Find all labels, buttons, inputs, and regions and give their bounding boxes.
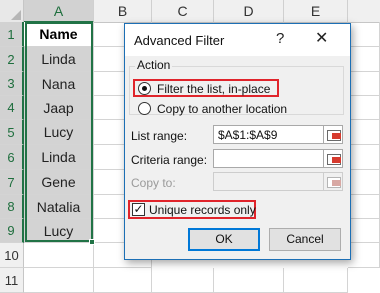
range-selector-icon[interactable]	[323, 172, 343, 191]
row-header-8[interactable]: 8	[0, 195, 24, 219]
row-header-3[interactable]: 3	[0, 72, 24, 96]
unique-records-checkbox[interactable]: ✓	[132, 203, 145, 216]
row-header-9[interactable]: 9	[0, 219, 24, 243]
cell-f2[interactable]	[348, 47, 380, 72]
column-header-c[interactable]: C	[152, 0, 214, 23]
advanced-filter-dialog: Advanced Filter ? ✕ Action Filter the li…	[124, 23, 351, 260]
cell-c11[interactable]	[152, 268, 214, 293]
cell-f4[interactable]	[348, 96, 380, 120]
unique-records-label: Unique records only	[149, 203, 256, 217]
column-header-d[interactable]: D	[214, 0, 284, 23]
radio-copy-to-location[interactable]: Copy to another location	[138, 101, 308, 117]
radio-copy-to-location-circle[interactable]	[138, 102, 151, 115]
cell-a11[interactable]	[24, 268, 94, 293]
cell-f3[interactable]	[348, 72, 380, 96]
select-all-corner[interactable]	[0, 0, 24, 23]
ok-button[interactable]: OK	[188, 228, 260, 251]
copy-to-input[interactable]	[213, 172, 329, 191]
range-selector-icon[interactable]	[323, 125, 343, 144]
cell-f9[interactable]	[348, 219, 380, 243]
cell-f5[interactable]	[348, 120, 380, 145]
cancel-button[interactable]: Cancel	[269, 228, 341, 251]
cell-f6[interactable]	[348, 145, 380, 170]
row-header-5[interactable]: 5	[0, 120, 24, 145]
radio-copy-to-location-label: Copy to another location	[157, 102, 288, 116]
cell-f1[interactable]	[348, 22, 380, 47]
range-selector-icon[interactable]	[323, 149, 343, 168]
cell-f10[interactable]	[348, 243, 380, 268]
dialog-title: Advanced Filter	[134, 33, 225, 48]
criteria-range-label: Criteria range:	[131, 153, 208, 167]
unique-records-checkbox-row[interactable]: ✓ Unique records only	[132, 203, 256, 217]
fill-handle[interactable]	[89, 239, 95, 245]
row-header-2[interactable]: 2	[0, 47, 24, 72]
row-header-4[interactable]: 4	[0, 96, 24, 120]
list-range-label: List range:	[131, 129, 188, 143]
row-header-1[interactable]: 1	[0, 22, 24, 47]
cell-f8[interactable]	[348, 195, 380, 219]
column-header-e[interactable]: E	[284, 0, 348, 23]
radio-selected-dot	[142, 86, 147, 91]
dialog-title-bar[interactable]: Advanced Filter ? ✕	[125, 24, 350, 56]
close-icon[interactable]: ✕	[315, 28, 328, 48]
row-header-10[interactable]: 10	[0, 243, 24, 268]
cell-e11[interactable]	[284, 268, 348, 293]
selection-outline	[25, 22, 93, 242]
radio-filter-in-place[interactable]: Filter the list, in-place	[138, 81, 278, 97]
row-header-7[interactable]: 7	[0, 170, 24, 195]
copy-to-label: Copy to:	[131, 176, 176, 190]
cell-d11[interactable]	[214, 268, 284, 293]
column-header-a[interactable]: A	[24, 0, 94, 23]
action-group-label: Action	[135, 58, 173, 72]
column-header-f[interactable]	[348, 0, 380, 23]
row-header-6[interactable]: 6	[0, 145, 24, 170]
column-header-b[interactable]: B	[94, 0, 152, 23]
cell-f7[interactable]	[348, 170, 380, 195]
cell-a10[interactable]	[24, 243, 94, 268]
help-icon[interactable]: ?	[276, 30, 284, 47]
list-range-input[interactable]: $A$1:$A$9	[213, 125, 329, 144]
cell-b11[interactable]	[94, 268, 152, 293]
row-header-11[interactable]: 11	[0, 268, 24, 293]
criteria-range-input[interactable]	[213, 149, 329, 168]
radio-filter-in-place-circle[interactable]	[138, 82, 151, 95]
radio-filter-in-place-label: Filter the list, in-place	[157, 82, 271, 96]
